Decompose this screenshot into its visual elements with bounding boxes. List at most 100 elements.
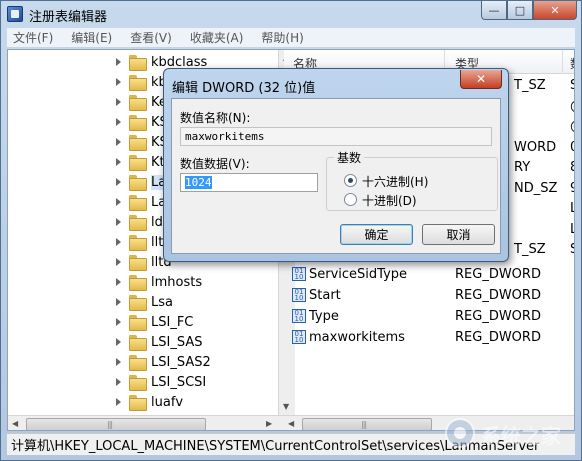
expand-arrow-icon[interactable] [114,217,124,227]
expand-arrow-icon[interactable] [114,117,124,127]
scroll-right-icon[interactable]: ▶ [266,419,272,428]
menu-bar: 文件(F) 编辑(E) 查看(V) 收藏夹(A) 帮助(H) [7,28,575,48]
expand-arrow-icon[interactable] [114,277,124,287]
window-title: 注册表编辑器 [29,10,108,25]
tree-item[interactable]: Ktr [114,152,170,172]
tree-item-label: luafv [151,394,184,410]
expand-arrow-icon[interactable] [114,137,124,147]
tree-item[interactable]: kb [114,72,167,92]
value-name-label: 数值名称(N): [180,111,251,125]
menu-view[interactable]: 查看(V) [130,29,172,46]
tree-item[interactable]: LSI_FC [114,312,193,332]
value-data: 0 [570,140,574,155]
expand-arrow-icon[interactable] [114,337,124,347]
tree-item[interactable]: LSI_SCSI [114,372,206,392]
menu-help[interactable]: 帮助(H) [261,29,303,46]
hex-label[interactable]: 十六进制(H) [362,173,428,190]
ok-button[interactable]: 确定 [340,224,413,245]
list-item[interactable]: 01 10 ServiceSidType REG_DWORD [284,264,574,285]
tree-item[interactable]: KS [114,132,168,152]
value-data: 8 [570,160,574,175]
grip-icon: ||| [107,420,113,429]
tree-horizontal-scrollbar[interactable]: ◀ ||| ▶ [8,415,295,430]
decimal-label[interactable]: 十进制(D) [362,192,417,209]
decimal-radio[interactable] [344,193,357,206]
folder-icon [129,95,147,111]
base-label: 基数 [334,149,365,166]
value-name-field: maxworkitems [180,127,492,146]
expand-arrow-icon[interactable] [114,57,124,67]
expand-arrow-icon[interactable] [114,237,124,247]
expand-arrow-icon[interactable] [114,257,124,267]
value-data: L [570,222,574,237]
value-data: S [570,242,574,257]
hex-radio[interactable] [344,174,357,187]
value-type: REG_DWORD [455,288,541,303]
watermark-icon [445,418,475,448]
menu-file[interactable]: 文件(F) [13,29,53,46]
value-type: REG_DWORD [455,330,541,345]
tree-item[interactable]: Lsa [114,292,173,312]
expand-arrow-icon[interactable] [114,157,124,167]
expand-arrow-icon[interactable] [114,317,124,327]
tree-item[interactable]: KS [114,112,168,132]
tree-item[interactable]: luafv [114,392,183,412]
value-data-input[interactable]: 1024 [180,173,318,192]
folder-icon [129,295,147,311]
expand-arrow-icon[interactable] [114,77,124,87]
dialog-title: 编辑 DWORD (32 位)值 [172,81,316,96]
expand-arrow-icon[interactable] [114,397,124,407]
cancel-button[interactable]: 取消 [422,224,495,245]
list-item[interactable]: 01 10 Type REG_DWORD [284,306,574,327]
value-type: RY [514,160,531,175]
folder-icon [129,395,147,411]
folder-icon [129,115,147,131]
list-item[interactable]: 01 10 maxworkitems REG_DWORD [284,327,574,348]
folder-icon [129,75,147,91]
folder-icon [129,235,147,251]
value-data: @ [570,99,574,114]
menu-favorites[interactable]: 收藏夹(A) [190,29,244,46]
tree-item-label: lmhosts [151,274,203,290]
value-data: 9 [570,181,574,196]
title-bar[interactable]: 注册表编辑器 — □ ✕ [1,1,581,27]
tree-hscroll-thumb[interactable]: ||| [26,418,206,430]
expand-arrow-icon[interactable] [114,97,124,107]
grip-icon: ||| [361,420,367,429]
folder-icon [129,135,147,151]
scroll-left-icon[interactable]: ◀ [12,419,18,428]
dword-icon: 01 10 [292,267,306,281]
dword-icon: 01 10 [292,330,306,344]
folder-icon [129,155,147,171]
tree-item-label: LSI_SAS2 [151,354,211,370]
expand-arrow-icon[interactable] [114,297,124,307]
scroll-left-icon[interactable]: ◀ [288,419,294,428]
tree-item[interactable]: LSI_SAS [114,332,202,352]
minimize-button[interactable]: — [481,1,507,20]
expand-arrow-icon[interactable] [114,357,124,367]
value-data: L [570,201,574,216]
dialog-close-button[interactable]: ✕ [460,70,502,89]
value-type: REG_DWORD [455,267,541,282]
tree-item-label: LSI_SCSI [151,374,207,390]
list-hscroll-thumb[interactable]: ||| [302,418,432,430]
expand-arrow-icon[interactable] [114,377,124,387]
tree-item[interactable]: lmhosts [114,272,202,292]
list-item[interactable]: 01 10 Start REG_DWORD [284,285,574,306]
value-type: T_SZ [514,242,546,257]
close-button[interactable]: ✕ [533,1,577,20]
menu-edit[interactable]: 编辑(E) [71,29,112,46]
value-name: Start [309,288,341,303]
dialog-body: 数值名称(N): maxworkitems 数值数据(V): 1024 基数 十… [171,98,501,254]
maximize-button[interactable]: □ [507,1,533,20]
column-data-header[interactable]: 数 [570,55,574,72]
folder-icon [129,375,147,391]
value-type: WORD [514,139,557,155]
tree-item[interactable]: LSI_SAS2 [114,352,211,372]
tree-item-label: Lsa [151,294,173,310]
tree-item[interactable]: Ke [114,92,167,112]
folder-icon [129,255,147,271]
expand-arrow-icon[interactable] [114,177,124,187]
folder-icon [129,275,147,291]
expand-arrow-icon[interactable] [114,197,124,207]
